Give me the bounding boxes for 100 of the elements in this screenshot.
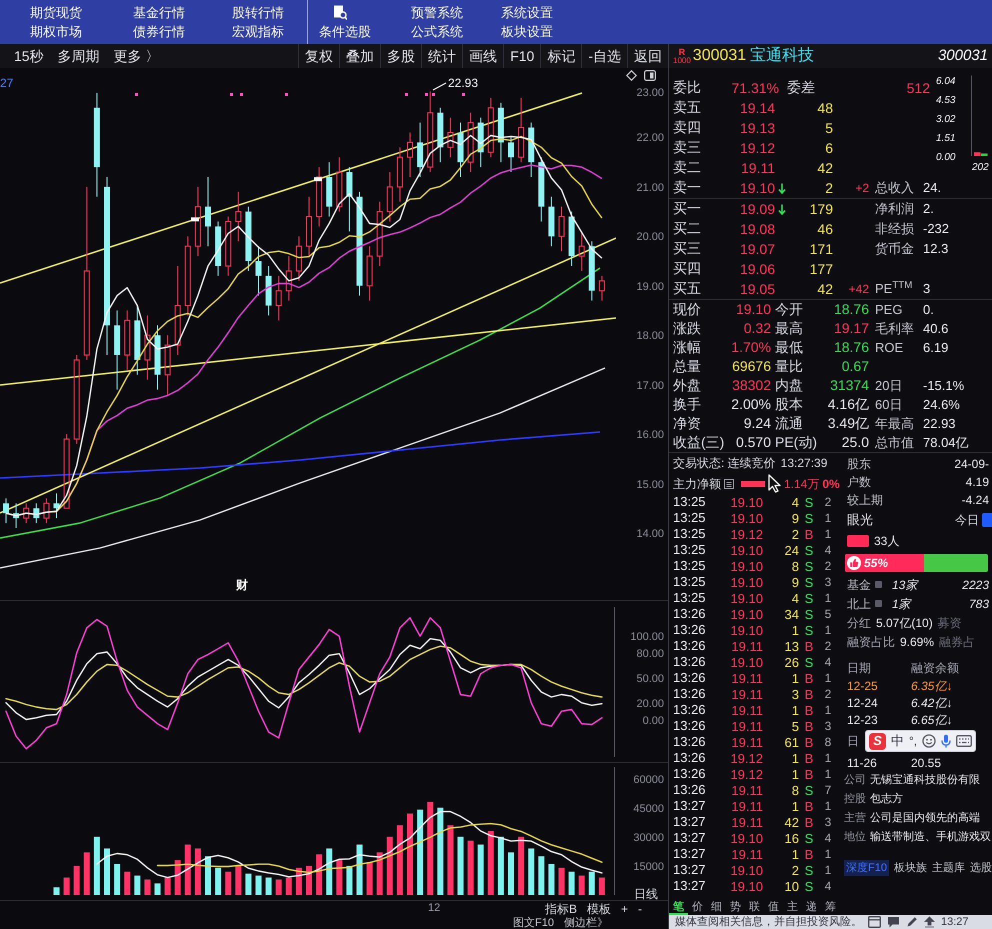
panel-link[interactable]: 深度F10 <box>844 860 889 876</box>
chart-tool-button[interactable]: 指标B <box>544 902 577 916</box>
high-price-label: 22.93 <box>448 75 478 92</box>
column-digit: 2 <box>824 686 832 702</box>
margin-balance: 6.42亿↓ <box>911 694 952 712</box>
metric-label: 净利润 <box>875 201 914 216</box>
ime-logo[interactable]: S <box>869 732 886 750</box>
column-digit: 1 <box>824 846 832 862</box>
toolbar-button[interactable]: 叠加 <box>339 44 380 68</box>
menu-item[interactable]: 系统设置 <box>501 5 553 20</box>
price-axis-label: 21.00 <box>636 180 664 196</box>
metric-label: ROE <box>875 340 904 354</box>
chart-tool-button[interactable]: - <box>638 902 642 916</box>
tick-volume: 42 <box>784 814 799 830</box>
menu-item[interactable]: 期货现货 <box>30 5 82 20</box>
period-label[interactable]: 日线 <box>634 885 658 903</box>
tick-tab[interactable]: 递 <box>802 901 821 916</box>
column-digit: 5 <box>824 606 832 622</box>
anchor-marker[interactable] <box>314 177 322 182</box>
order-price: 19.13 <box>740 118 775 138</box>
holder-count: 1家 <box>892 596 911 612</box>
menu-item[interactable]: 债券行情 <box>133 24 185 39</box>
quote-value: 25.0 <box>842 433 869 452</box>
indicator-axis-label: 50.00 <box>636 672 664 687</box>
trade-status: 交易状态: 连续竞价 <box>673 454 776 472</box>
margin-balance: 6.65亿↓ <box>911 712 952 728</box>
column-digit: 1 <box>824 702 832 718</box>
chart-tool-button[interactable]: 模板 <box>586 902 611 916</box>
footer-link[interactable]: 图文F10 <box>513 916 554 928</box>
profile-value: 包志方 <box>870 792 903 808</box>
trend-line[interactable] <box>0 237 616 514</box>
tick-time: 13:25 <box>673 510 706 526</box>
tick-volume: 1 <box>792 702 799 718</box>
stock-code: 300031 <box>938 46 988 66</box>
column-digit: 4 <box>824 542 832 558</box>
toolbar-button[interactable]: 15秒 <box>14 46 44 66</box>
tick-tab[interactable]: 筹 <box>821 901 840 916</box>
tick-volume: 8 <box>792 782 799 798</box>
toolbar-button[interactable]: F10 <box>503 44 540 68</box>
toolbar-button[interactable]: 标记 <box>540 44 582 68</box>
margin-date[interactable]: 12-24 <box>847 696 878 710</box>
panel-icon <box>644 70 656 81</box>
tick-volume: 61 <box>784 734 799 750</box>
tick-tab[interactable]: 值 <box>764 901 783 916</box>
toolbar-button[interactable]: 多股 <box>380 44 422 68</box>
main-flow-percent: 0% <box>822 476 840 493</box>
order-volume: 171 <box>810 240 833 258</box>
tick-tab[interactable]: 主 <box>783 901 802 916</box>
ime-mode-button[interactable]: 中 <box>891 731 904 751</box>
toolbar-button[interactable]: 画线 <box>462 44 504 68</box>
menu-item[interactable]: 基金行情 <box>133 5 185 20</box>
mouse-cursor-icon <box>768 474 781 494</box>
tick-time: 13:27 <box>673 878 706 894</box>
menu-item[interactable]: 宏观指标 <box>232 24 284 39</box>
panel-link[interactable]: 主题库 <box>932 860 965 876</box>
indicator-axis-label: 100.00 <box>630 630 664 646</box>
panel-link[interactable]: 选股 <box>970 860 992 876</box>
toolbar-button[interactable]: 多周期 <box>58 46 100 66</box>
panel-link[interactable]: 板块族 <box>894 860 927 876</box>
chart-tool-button[interactable]: + <box>620 902 628 916</box>
trade-side: S <box>804 782 814 798</box>
column-digit: 4 <box>824 830 832 846</box>
price-axis-label: 22.00 <box>636 131 664 146</box>
tick-tab[interactable]: 价 <box>688 901 707 916</box>
margin-date[interactable]: 12-23 <box>847 712 878 726</box>
menu-item[interactable]: 期权市场 <box>30 24 82 39</box>
tick-price: 19.11 <box>731 798 763 814</box>
column-digit: 1 <box>824 750 832 766</box>
tick-tab[interactable]: 联 <box>745 901 764 916</box>
quote-value: 38302 <box>732 376 771 395</box>
menu-item[interactable]: 板块设置 <box>501 24 553 39</box>
footer-link[interactable]: 侧边栏》 <box>564 916 608 928</box>
anchor-marker[interactable] <box>191 217 199 222</box>
toolbar-button[interactable]: -自选 <box>581 44 627 68</box>
toolbar-button[interactable]: 复权 <box>298 44 340 68</box>
tick-tab[interactable]: 细 <box>707 901 726 916</box>
tick-tab[interactable]: 势 <box>726 901 745 916</box>
tick-volume: 9 <box>792 574 799 590</box>
holder-value: 783 <box>968 596 989 612</box>
toolbar-button[interactable]: 统计 <box>421 44 462 68</box>
quote-label: 最低 <box>775 338 803 354</box>
profile-label: 地位 <box>844 830 866 846</box>
tick-time: 13:26 <box>673 702 706 718</box>
order-price: 19.07 <box>740 240 775 258</box>
toolbar-button[interactable]: 更多 〉 <box>114 46 160 66</box>
menu-item[interactable]: 预警系统 <box>411 5 463 20</box>
trend-line[interactable] <box>0 317 616 386</box>
toolbar-button[interactable]: 返回 <box>627 44 668 68</box>
menu-item[interactable]: 条件选股 <box>319 24 371 39</box>
stock-name: 宝通科技 <box>750 46 814 66</box>
menu-item[interactable]: 公式系统 <box>411 24 463 39</box>
quote-label: 涨跌 <box>673 320 701 336</box>
tick-price: 19.12 <box>730 526 763 542</box>
ime-punctuation-button[interactable]: °, <box>909 732 918 750</box>
metric-value: 40.6 <box>923 320 948 338</box>
margin-date[interactable]: 12-25 <box>847 678 878 692</box>
menu-item[interactable]: 股转行情 <box>232 5 284 20</box>
trend-line[interactable] <box>0 92 582 284</box>
tag-icon <box>982 513 992 527</box>
tick-volume: 2 <box>792 526 799 542</box>
